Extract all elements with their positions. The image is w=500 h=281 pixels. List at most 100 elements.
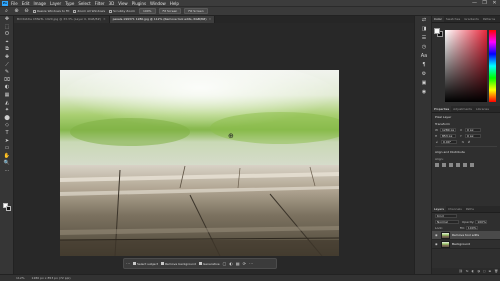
restore-icon[interactable]: ❐ (480, 0, 489, 7)
resize-windows-checkbox[interactable]: Resize Windows to Fit (33, 9, 69, 13)
styles-icon[interactable]: ◉ (415, 88, 433, 97)
generative-button[interactable]: Generative (198, 262, 220, 266)
pen-tool-icon[interactable]: ◇ (0, 122, 14, 130)
object-select-tool-icon[interactable]: ⌖ (0, 39, 14, 47)
history-brush-tool-icon[interactable]: ▦ (0, 92, 14, 100)
navigator-icon[interactable]: ◨ (415, 25, 433, 34)
fill-field[interactable]: 100% (465, 226, 478, 230)
paragraph-icon[interactable]: ¶ (415, 61, 433, 70)
more-tools-icon[interactable]: ⋯ (0, 168, 14, 176)
align-heading[interactable]: Align and Distribute (432, 148, 500, 155)
remove-background-button[interactable]: Remove background (161, 262, 196, 266)
zoom-tool-icon[interactable]: 🔍 (0, 160, 14, 168)
menu-select[interactable]: Select (78, 1, 90, 6)
blend-mode-dropdown[interactable]: Normal (435, 220, 459, 224)
menu-3d[interactable]: 3D (109, 1, 115, 6)
layer-filter-dropdown[interactable]: Kind (435, 214, 457, 218)
info-icon[interactable]: ☰ (415, 34, 433, 43)
link-layers-icon[interactable]: ⛓ (459, 269, 463, 273)
trash-icon[interactable]: 🗑 (494, 269, 498, 273)
shape-tool-icon[interactable]: ▭ (0, 145, 14, 153)
rotate-icon[interactable]: ⟳ (243, 261, 246, 266)
opacity-field[interactable]: 100% (475, 220, 488, 224)
zoom-100-button[interactable]: 100% (138, 8, 156, 14)
tab-libraries[interactable]: Libraries (474, 106, 491, 112)
blur-tool-icon[interactable]: ⬤ (0, 115, 14, 123)
minimize-icon[interactable]: — (470, 0, 479, 7)
tab-close-icon[interactable]: ✕ (209, 16, 212, 23)
menu-filter[interactable]: Filter (95, 1, 105, 6)
layer-row[interactable]: ◉ Remove tool edits (432, 231, 500, 240)
select-subject-button[interactable]: Select subject (133, 262, 158, 266)
tab-color[interactable]: Color (432, 16, 444, 22)
zoom-all-windows-checkbox[interactable]: Zoom All Windows (73, 9, 105, 13)
taskbar-handle-icon[interactable]: ⋯ (126, 261, 130, 266)
tab-adjustments[interactable]: Adjustments (451, 106, 474, 112)
x-field[interactable]: 0 px (465, 128, 481, 132)
flip-horizontal-icon[interactable]: ⇋ (461, 140, 465, 144)
menu-help[interactable]: Help (170, 1, 179, 6)
transform-heading[interactable]: Transform (432, 120, 500, 127)
background-color-swatch[interactable] (6, 206, 11, 211)
path-select-tool-icon[interactable]: ➤ (0, 138, 14, 146)
fit-screen-button[interactable]: Fit Screen (158, 8, 182, 14)
adjust-icon[interactable]: ◐ (229, 261, 233, 266)
lasso-tool-icon[interactable]: ʘ (0, 31, 14, 39)
tab-swatches[interactable]: Swatches (444, 16, 462, 22)
saturation-value-field[interactable] (445, 30, 487, 102)
menu-view[interactable]: View (118, 1, 128, 6)
add-mask-icon[interactable]: ◐ (472, 269, 475, 273)
brush-tool-icon[interactable]: ⌧ (0, 77, 14, 85)
tab-gradients[interactable]: Gradients (462, 16, 481, 22)
move-tool-icon[interactable]: ✥ (0, 16, 14, 24)
menu-window[interactable]: Window (150, 1, 166, 6)
y-field[interactable]: 0 px (465, 134, 481, 138)
eraser-tool-icon[interactable]: ◭ (0, 100, 14, 108)
collapse-panels-icon[interactable]: ⇄ (415, 16, 433, 25)
more-options-icon[interactable]: ⋯ (249, 261, 253, 266)
tab-channels[interactable]: Channels (446, 206, 464, 212)
tab-properties[interactable]: Properties (432, 106, 452, 112)
zoom-icon[interactable]: ⌕ (3, 8, 10, 14)
clone-stamp-tool-icon[interactable]: ◐ (0, 84, 14, 92)
hue-slider[interactable] (489, 30, 496, 102)
align-center-icon[interactable] (442, 163, 446, 167)
align-middle-icon[interactable] (463, 163, 467, 167)
fg-bg-swatches[interactable] (434, 28, 443, 37)
menu-layer[interactable]: Layer (50, 1, 61, 6)
align-right-icon[interactable] (449, 163, 453, 167)
close-icon[interactable]: ✕ (490, 0, 499, 7)
adjustment-layer-icon[interactable]: ◑ (477, 269, 480, 273)
layer-style-icon[interactable]: fx (466, 269, 469, 273)
eyedropper-tool-icon[interactable]: ⟋ (0, 62, 14, 70)
foreground-swatch[interactable] (434, 28, 440, 34)
menu-plugins[interactable]: Plugins (132, 1, 146, 6)
angle-field[interactable]: 0.00° (441, 140, 457, 144)
align-bottom-icon[interactable] (470, 163, 474, 167)
zoom-level[interactable]: 112% (16, 276, 25, 280)
frame-tool-icon[interactable]: ✚ (0, 54, 14, 62)
history-icon[interactable]: ◷ (415, 43, 433, 52)
fill-screen-button[interactable]: Fill Screen (184, 8, 208, 14)
flip-vertical-icon[interactable]: ⇵ (467, 140, 471, 144)
healing-tool-icon[interactable]: ✎ (0, 69, 14, 77)
new-layer-icon[interactable]: ⊞ (489, 269, 492, 273)
menu-type[interactable]: Type (65, 1, 74, 6)
tab-document-1[interactable]: Bill Riddle CMW3L 1920.jpg @ 33.3% (Laye… (14, 16, 110, 23)
menu-edit[interactable]: Edit (22, 1, 30, 6)
zoom-in-icon[interactable]: ⊕ (13, 8, 20, 14)
scrubby-zoom-checkbox[interactable]: Scrubby Zoom (109, 9, 135, 13)
marquee-tool-icon[interactable]: ⬚ (0, 24, 14, 32)
brush-settings-icon[interactable]: ⚙ (415, 70, 433, 79)
visibility-eye-icon[interactable]: ◉ (435, 242, 439, 246)
gradient-tool-icon[interactable]: ✦ (0, 107, 14, 115)
tab-patterns[interactable]: Patterns (481, 16, 497, 22)
character-icon[interactable]: Aa (415, 52, 433, 61)
height-field[interactable]: 853 px (440, 134, 456, 138)
transform-icon[interactable]: ▢ (223, 261, 227, 266)
align-left-icon[interactable] (435, 163, 439, 167)
tab-close-icon[interactable]: ✕ (103, 16, 106, 23)
visibility-eye-icon[interactable]: ◉ (435, 233, 439, 237)
layer-row[interactable]: ◉ Background (432, 240, 500, 249)
align-top-icon[interactable] (456, 163, 460, 167)
